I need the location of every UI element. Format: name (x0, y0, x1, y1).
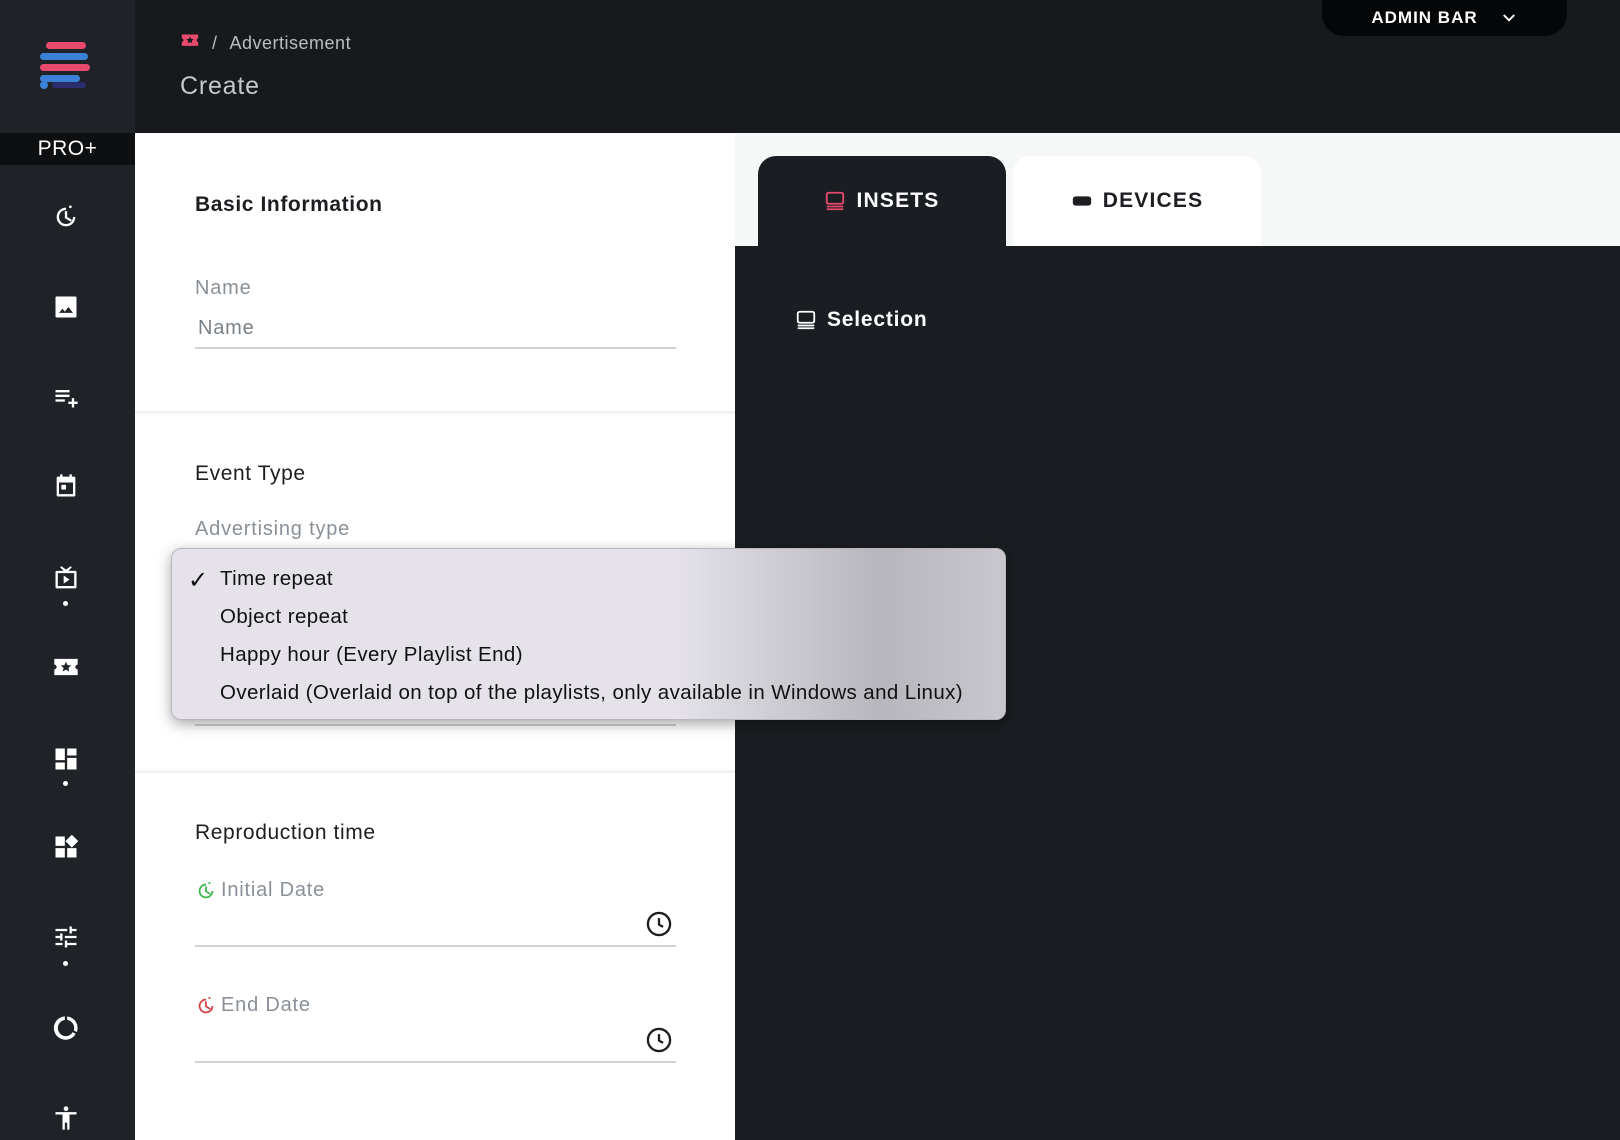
advertising-type-label: Advertising type (195, 518, 351, 540)
nav-indicator-dot (63, 961, 68, 966)
chevron-down-icon (1502, 14, 1515, 22)
end-date-input[interactable] (195, 1061, 676, 1063)
tab-devices[interactable]: DEVICES (1013, 156, 1261, 246)
page-title: Create (180, 72, 260, 100)
dashboard-icon[interactable] (47, 740, 85, 778)
app-logo[interactable] (38, 38, 98, 90)
top-header: / Advertisement Create ADMIN BAR (135, 0, 1620, 133)
tv-play-icon[interactable] (47, 560, 85, 598)
timer-icon[interactable] (47, 198, 85, 236)
breadcrumb: / Advertisement (180, 32, 351, 55)
ticket-star-icon[interactable] (47, 648, 85, 686)
admin-bar-toggle[interactable]: ADMIN BAR (1322, 0, 1567, 36)
panel-tabs: INSETS DEVICES (735, 133, 1620, 246)
calendar-icon[interactable] (47, 467, 85, 505)
image-icon[interactable] (47, 288, 85, 326)
ticket-star-icon[interactable] (180, 32, 200, 55)
breadcrumb-current[interactable]: Advertisement (230, 33, 352, 54)
advertising-type-select-underline[interactable] (195, 724, 676, 726)
monitor-list-icon (826, 191, 845, 211)
tune-icon[interactable] (47, 918, 85, 956)
playlist-add-icon[interactable] (47, 378, 85, 416)
event-type-title: Event Type (195, 462, 306, 485)
timer-end-icon (198, 996, 214, 1013)
clock-icon[interactable] (645, 1026, 673, 1054)
name-label: Name (195, 277, 252, 299)
sidebar: PRO+ (0, 0, 135, 1140)
end-date-label: End Date (195, 994, 311, 1017)
dropdown-option-object-repeat[interactable]: Object repeat (172, 601, 1005, 639)
device-icon (1072, 196, 1091, 206)
dropdown-option-time-repeat[interactable]: ✓ Time repeat (172, 563, 1005, 601)
nav-indicator-dot (63, 601, 68, 606)
section-divider (135, 411, 735, 414)
initial-date-input[interactable] (195, 945, 676, 947)
initial-date-label: Initial Date (195, 879, 325, 902)
name-input[interactable] (195, 309, 676, 349)
dropdown-option-happy-hour[interactable]: Happy hour (Every Playlist End) (172, 639, 1005, 677)
selection-heading[interactable]: Selection (795, 308, 928, 332)
checkmark-icon: ✓ (188, 567, 209, 594)
widgets-icon[interactable] (47, 828, 85, 866)
advertising-type-dropdown: ✓ Time repeat Object repeat Happy hour (… (171, 548, 1006, 720)
breadcrumb-separator: / (212, 33, 218, 53)
accessibility-icon[interactable] (47, 1099, 85, 1137)
basic-info-title: Basic Information (195, 193, 383, 216)
clock-icon[interactable] (645, 910, 673, 938)
admin-bar-label: ADMIN BAR (1371, 8, 1478, 27)
nav-indicator-dot (63, 781, 68, 786)
progress-ring-icon[interactable] (47, 1009, 85, 1047)
timer-start-icon (198, 881, 214, 898)
monitor-list-icon (796, 310, 816, 330)
tab-insets[interactable]: INSETS (758, 156, 1006, 246)
plan-badge: PRO+ (0, 133, 135, 165)
section-divider (135, 770, 735, 773)
dropdown-option-overlaid[interactable]: Overlaid (Overlaid on top of the playlis… (172, 677, 1005, 715)
reproduction-time-title: Reproduction time (195, 821, 376, 844)
